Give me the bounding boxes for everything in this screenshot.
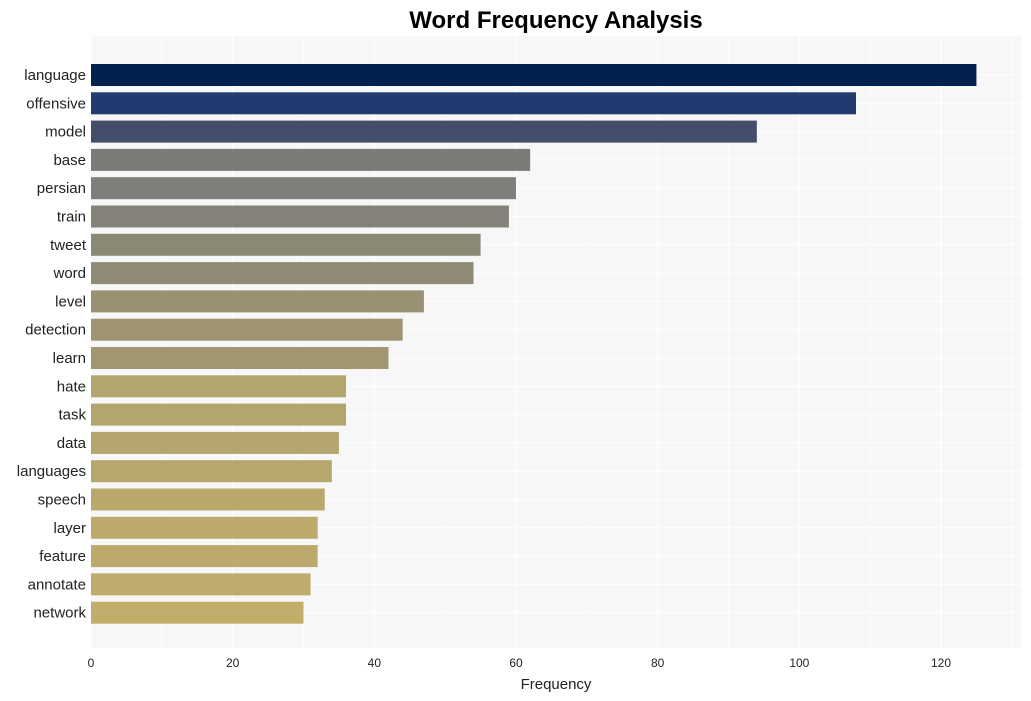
y-tick-label: base (53, 152, 86, 169)
x-tick-label: 100 (789, 656, 809, 670)
bar-train (91, 205, 509, 228)
y-axis-labels: language offensive model base persian train tw… (17, 67, 87, 622)
y-tick-label: level (55, 293, 86, 310)
y-tick-label: persian (37, 180, 86, 197)
bar-layer (91, 516, 318, 539)
y-tick-label: data (57, 435, 87, 452)
y-tick-label: detection (25, 322, 86, 339)
y-tick-label: feature (39, 548, 86, 565)
y-tick-label: task (58, 407, 86, 424)
y-tick-label: languages (17, 463, 86, 480)
x-tick-label: 120 (931, 656, 951, 670)
y-tick-label: annotate (28, 576, 86, 593)
bar-word (91, 262, 474, 285)
bar-feature (91, 545, 318, 568)
bar-persian (91, 177, 516, 200)
y-tick-label: speech (38, 492, 86, 509)
y-tick-label: learn (53, 350, 86, 367)
y-tick-label: network (33, 605, 86, 622)
x-tick-label: 40 (368, 656, 382, 670)
x-tick-label: 20 (226, 656, 240, 670)
word-frequency-chart: language offensive model base persian train tw… (17, 7, 1021, 693)
bar-annotate (91, 573, 311, 596)
y-tick-label: offensive (26, 95, 86, 112)
y-tick-label: train (57, 209, 86, 226)
bar-detection (91, 318, 403, 341)
y-tick-label: layer (53, 520, 86, 537)
chart-title: Word Frequency Analysis (409, 7, 702, 34)
y-tick-label: word (52, 265, 86, 282)
bar-level (91, 290, 424, 313)
bar-task (91, 403, 346, 426)
bar-base (91, 148, 531, 171)
bar-speech (91, 488, 325, 511)
bar-data (91, 431, 339, 454)
y-tick-label: tweet (50, 237, 87, 254)
x-tick-label: 60 (509, 656, 523, 670)
bar-hate (91, 375, 346, 398)
bar-model (91, 120, 757, 143)
x-tick-label: 80 (651, 656, 665, 670)
y-tick-label: hate (57, 378, 86, 395)
bar-offensive (91, 92, 856, 115)
bar-language (91, 64, 977, 86)
bar-tweet (91, 233, 481, 256)
x-tick-label: 0 (88, 656, 95, 670)
bar-languages (91, 460, 332, 483)
x-axis-label: Frequency (521, 676, 592, 693)
bar-network (91, 601, 304, 624)
y-tick-label: language (24, 67, 86, 84)
y-tick-label: model (45, 124, 86, 141)
x-axis-ticks: 0 20 40 60 80 100 120 (88, 656, 952, 670)
bar-learn (91, 347, 389, 369)
